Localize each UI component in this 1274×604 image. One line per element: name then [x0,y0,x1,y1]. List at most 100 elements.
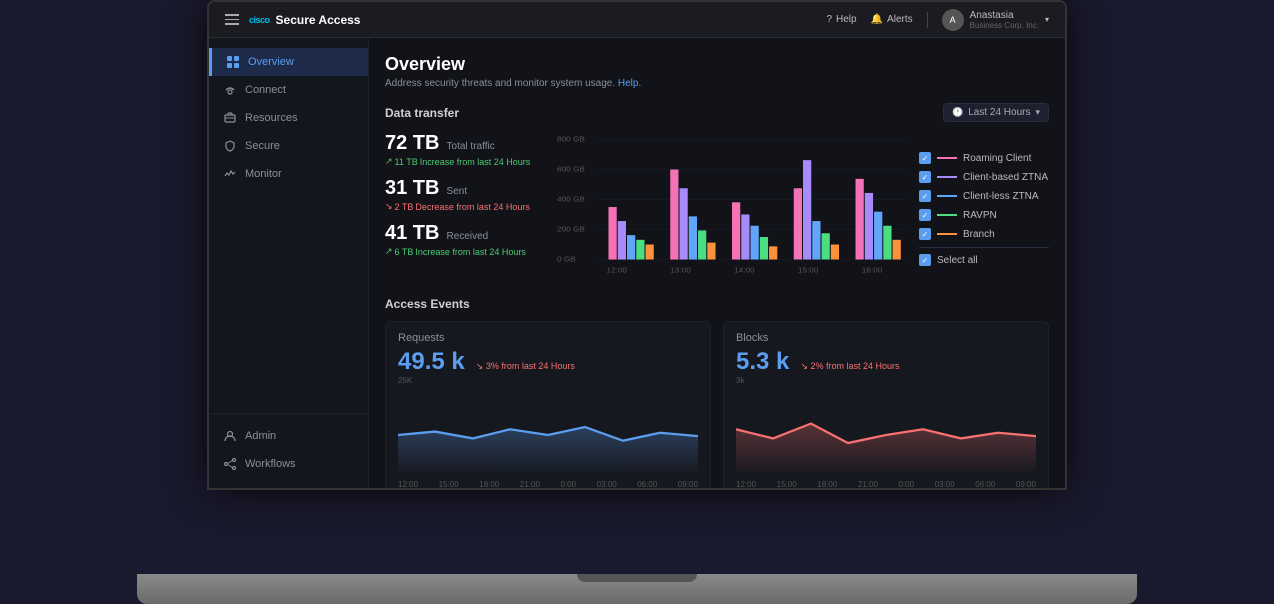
sent-label: Sent [447,186,468,197]
cisco-logo: cisco [249,15,270,25]
app-container: cisco Secure Access ? Help 🔔 Alerts [209,2,1065,488]
sidebar-label-connect: Connect [245,84,286,96]
requests-y-label: 25K [398,376,698,385]
legend-select-all: Select all [919,254,1049,266]
user-company: Business Corp, Inc. [970,21,1039,30]
svg-text:14:00: 14:00 [734,266,755,275]
legend-label-clztna: Client-less ZTNA [963,191,1039,202]
legend-line-cbztna [937,176,957,178]
svg-text:12:00: 12:00 [606,266,627,275]
legend-label-branch: Branch [963,229,995,240]
svg-text:200 GB: 200 GB [557,225,585,234]
sidebar-label-resources: Resources [245,112,298,124]
question-icon: ? [826,14,832,25]
blocks-stats: 5.3 k ↘ 2% from last 24 Hours [736,348,1036,376]
requests-card: Requests 49.5 k ↘ 3% from last 24 Hours … [385,321,711,488]
alerts-label: Alerts [887,14,913,25]
legend-client-based-ztna: Client-based ZTNA [919,171,1049,183]
received-change: ↗ 6 TB Increase from last 24 Hours [385,246,545,257]
legend-checkbox-roaming[interactable] [919,152,931,164]
user-name: Anastasia [970,10,1039,21]
sidebar-spacer [209,188,368,413]
blocks-time-labels: 12:0015:0018:0021:000:0003:0006:0009:00 [736,480,1036,488]
total-traffic-change: ↗ 11 TB Increase from last 24 Hours [385,156,545,167]
down-arrow-icon: ↘ [385,201,393,212]
svg-text:0 GB: 0 GB [557,255,576,264]
svg-text:400 GB: 400 GB [557,195,585,204]
sidebar-label-admin: Admin [245,430,276,442]
resources-icon [223,111,237,125]
topbar-left: cisco Secure Access [225,13,360,27]
topbar-divider [927,12,928,28]
data-transfer-header: Data transfer 🕐 Last 24 Hours ▾ [385,103,1049,122]
user-menu[interactable]: A Anastasia Business Corp, Inc. ▾ [942,9,1049,31]
blocks-change: ↘ 2% from last 24 Hours [800,361,899,371]
menu-button[interactable] [225,14,239,25]
workflows-icon [223,457,237,471]
time-filter-button[interactable]: 🕐 Last 24 Hours ▾ [943,103,1049,122]
help-button[interactable]: ? Help [826,14,856,25]
blocks-value: 5.3 k [736,348,789,375]
legend-line-branch [937,233,957,235]
laptop-base [137,574,1137,604]
svg-text:16:00: 16:00 [862,266,883,275]
brand-name: Secure Access [276,13,361,27]
blocks-card: Blocks 5.3 k ↘ 2% from last 24 Hours 3k [723,321,1049,488]
svg-text:600 GB: 600 GB [557,165,585,174]
bell-icon: 🔔 [871,14,883,25]
legend-line-clztna [937,195,957,197]
legend-checkbox-ravpn[interactable] [919,209,931,221]
legend-roaming-client: Roaming Client [919,152,1049,164]
legend-divider: Select all [919,247,1049,266]
help-label: Help [836,14,857,25]
sidebar-label-monitor: Monitor [245,168,282,180]
legend-line-ravpn [937,214,957,216]
legend-label-roaming: Roaming Client [963,153,1031,164]
bar-chart-container: 800 GB 600 GB 400 GB 200 GB 0 GB [557,132,907,285]
legend-checkbox-cbztna[interactable] [919,171,931,183]
blocks-title: Blocks [736,332,1036,344]
sidebar-item-workflows[interactable]: Workflows [209,450,368,478]
legend-checkbox-selectall[interactable] [919,254,931,266]
data-transfer-title: Data transfer [385,106,459,120]
requests-time-labels: 12:0015:0018:0021:000:0003:0006:0009:00 [398,480,698,488]
data-transfer-grid: 72 TB Total traffic ↗ 11 TB Increase fro… [385,132,1049,285]
svg-text:15:00: 15:00 [798,266,819,275]
page-subtitle: Address security threats and monitor sys… [385,78,1049,89]
sidebar-item-monitor[interactable]: Monitor [209,160,368,188]
svg-text:13:00: 13:00 [670,266,691,275]
received-label: Received [447,231,489,242]
alerts-button[interactable]: 🔔 Alerts [871,14,913,25]
bar-chart: 800 GB 600 GB 400 GB 200 GB 0 GB [557,132,907,282]
requests-stats: 49.5 k ↘ 3% from last 24 Hours [398,348,698,376]
sidebar-bottom: Admin [209,413,368,478]
received-stat: 41 TB Received ↗ 6 TB Increase from last… [385,222,545,257]
legend-line-roaming [937,157,957,159]
page-title: Overview [385,54,1049,75]
sidebar-item-overview[interactable]: Overview [209,48,368,76]
total-traffic-stat: 72 TB Total traffic ↗ 11 TB Increase fro… [385,132,545,167]
access-events-title: Access Events [385,297,1049,311]
help-link[interactable]: Help. [618,78,641,89]
legend-ravpn: RAVPN [919,209,1049,221]
sidebar-label-workflows: Workflows [245,458,296,470]
sidebar-item-secure[interactable]: Secure [209,132,368,160]
sidebar-item-admin[interactable]: Admin [209,422,368,450]
requests-value: 49.5 k [398,348,465,375]
overview-icon [226,55,240,69]
legend-clientless-ztna: Client-less ZTNA [919,190,1049,202]
sidebar-label-overview: Overview [248,56,294,68]
sidebar: Overview Connect [209,38,369,488]
legend-panel: Roaming Client Client-based ZTNA Client- [919,132,1049,285]
legend-checkbox-clztna[interactable] [919,190,931,202]
laptop-screen: cisco Secure Access ? Help 🔔 Alerts [207,0,1067,490]
events-grid: Requests 49.5 k ↘ 3% from last 24 Hours … [385,321,1049,488]
clock-icon: 🕐 [952,107,963,118]
requests-title: Requests [398,332,698,344]
legend-checkbox-branch[interactable] [919,228,931,240]
requests-change: ↘ 3% from last 24 Hours [476,361,575,371]
sidebar-item-resources[interactable]: Resources [209,104,368,132]
blocks-y-label: 3k [736,376,1036,385]
sidebar-item-connect[interactable]: Connect [209,76,368,104]
topbar-right: ? Help 🔔 Alerts A Anastasia Business Cor… [826,9,1049,31]
